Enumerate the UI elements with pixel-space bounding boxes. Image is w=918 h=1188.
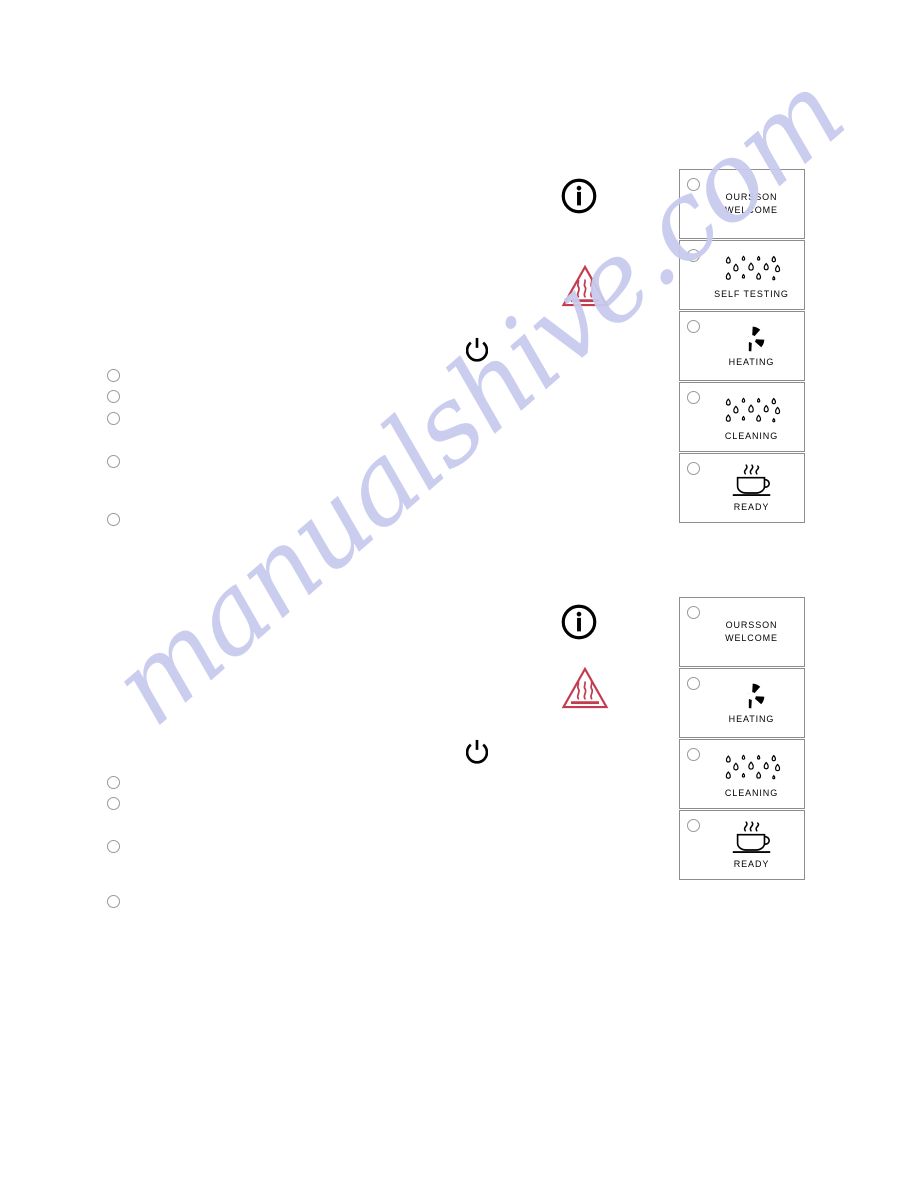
panel-body: READY bbox=[702, 454, 801, 522]
display-panel-ready: READY bbox=[679, 810, 805, 880]
panel-label: OURSSON WELCOME bbox=[725, 619, 778, 645]
display-panel-ready: READY bbox=[679, 453, 805, 523]
panel-label-line: SELF TESTING bbox=[714, 289, 789, 299]
info-icon bbox=[561, 178, 597, 214]
display-panel-oursson-welcome: OURSSON WELCOME bbox=[679, 597, 805, 667]
panel-body: CLEANING bbox=[702, 383, 801, 451]
info-icon bbox=[561, 604, 597, 640]
panel-label-line: OURSSON bbox=[725, 620, 778, 630]
display-panel-cleaning: CLEANING bbox=[679, 382, 805, 452]
panel-label-line: CLEANING bbox=[724, 788, 779, 798]
list-bullet bbox=[107, 369, 120, 382]
panel-label-line: HEATING bbox=[728, 714, 775, 724]
display-panel-cleaning: CLEANING bbox=[679, 739, 805, 809]
panel-label: HEATING bbox=[729, 713, 775, 725]
indicator-led bbox=[687, 462, 700, 475]
panel-icon-droplets bbox=[718, 250, 786, 286]
list-bullet bbox=[107, 455, 120, 468]
panel-icon-coffee-cup bbox=[728, 820, 776, 856]
panel-label-line: OURSSON bbox=[725, 192, 778, 202]
indicator-led bbox=[687, 819, 700, 832]
panel-label: OURSSON WELCOME bbox=[725, 191, 778, 217]
indicator-led bbox=[687, 178, 700, 191]
indicator-led bbox=[687, 748, 700, 761]
list-bullet bbox=[107, 776, 120, 789]
display-panel-heating: HEATING bbox=[679, 668, 805, 738]
list-bullet bbox=[107, 797, 120, 810]
panel-body: CLEANING bbox=[702, 740, 801, 808]
panel-label: CLEANING bbox=[725, 787, 778, 799]
panel-label-line: CLEANING bbox=[724, 431, 779, 441]
list-bullet bbox=[107, 412, 120, 425]
power-icon bbox=[466, 739, 488, 764]
power-icon bbox=[466, 337, 488, 362]
hot-surface-warning-icon bbox=[555, 664, 615, 712]
panel-label: READY bbox=[734, 858, 770, 870]
panel-label-line: READY bbox=[733, 502, 770, 512]
panel-label-line: WELCOME bbox=[725, 205, 778, 215]
indicator-led bbox=[687, 391, 700, 404]
display-panel-oursson-welcome: OURSSON WELCOME bbox=[679, 169, 805, 239]
panel-label: READY bbox=[734, 501, 770, 513]
display-panel-self-testing: SELF TESTING bbox=[679, 240, 805, 310]
manual-page: OURSSON WELCOME SELF TESTING HEATING CLEANIN… bbox=[0, 0, 918, 1188]
panel-body: READY bbox=[702, 811, 801, 879]
panel-icon-coffee-cup bbox=[728, 463, 776, 499]
panel-label: SELF TESTING bbox=[714, 288, 789, 300]
display-panel-heating: HEATING bbox=[679, 311, 805, 381]
list-bullet bbox=[107, 513, 120, 526]
panel-icon-heating-fan bbox=[736, 681, 767, 711]
panel-label: HEATING bbox=[729, 356, 775, 368]
list-bullet bbox=[107, 895, 120, 908]
panel-body: HEATING bbox=[702, 669, 801, 737]
panel-body: OURSSON WELCOME bbox=[702, 170, 801, 238]
indicator-led bbox=[687, 249, 700, 262]
panel-icon-heating-fan bbox=[736, 324, 767, 354]
hot-surface-warning-icon bbox=[555, 262, 615, 310]
panel-icon-droplets bbox=[718, 749, 786, 785]
panel-body: HEATING bbox=[702, 312, 801, 380]
panel-icon-droplets bbox=[718, 392, 786, 428]
panel-label-line: READY bbox=[733, 859, 770, 869]
list-bullet bbox=[107, 390, 120, 403]
panel-body: OURSSON WELCOME bbox=[702, 598, 801, 666]
panel-label: CLEANING bbox=[725, 430, 778, 442]
indicator-led bbox=[687, 606, 700, 619]
indicator-led bbox=[687, 320, 700, 333]
panel-body: SELF TESTING bbox=[702, 241, 801, 309]
panel-label-line: HEATING bbox=[728, 357, 775, 367]
list-bullet bbox=[107, 840, 120, 853]
panel-label-line: WELCOME bbox=[725, 633, 778, 643]
indicator-led bbox=[687, 677, 700, 690]
